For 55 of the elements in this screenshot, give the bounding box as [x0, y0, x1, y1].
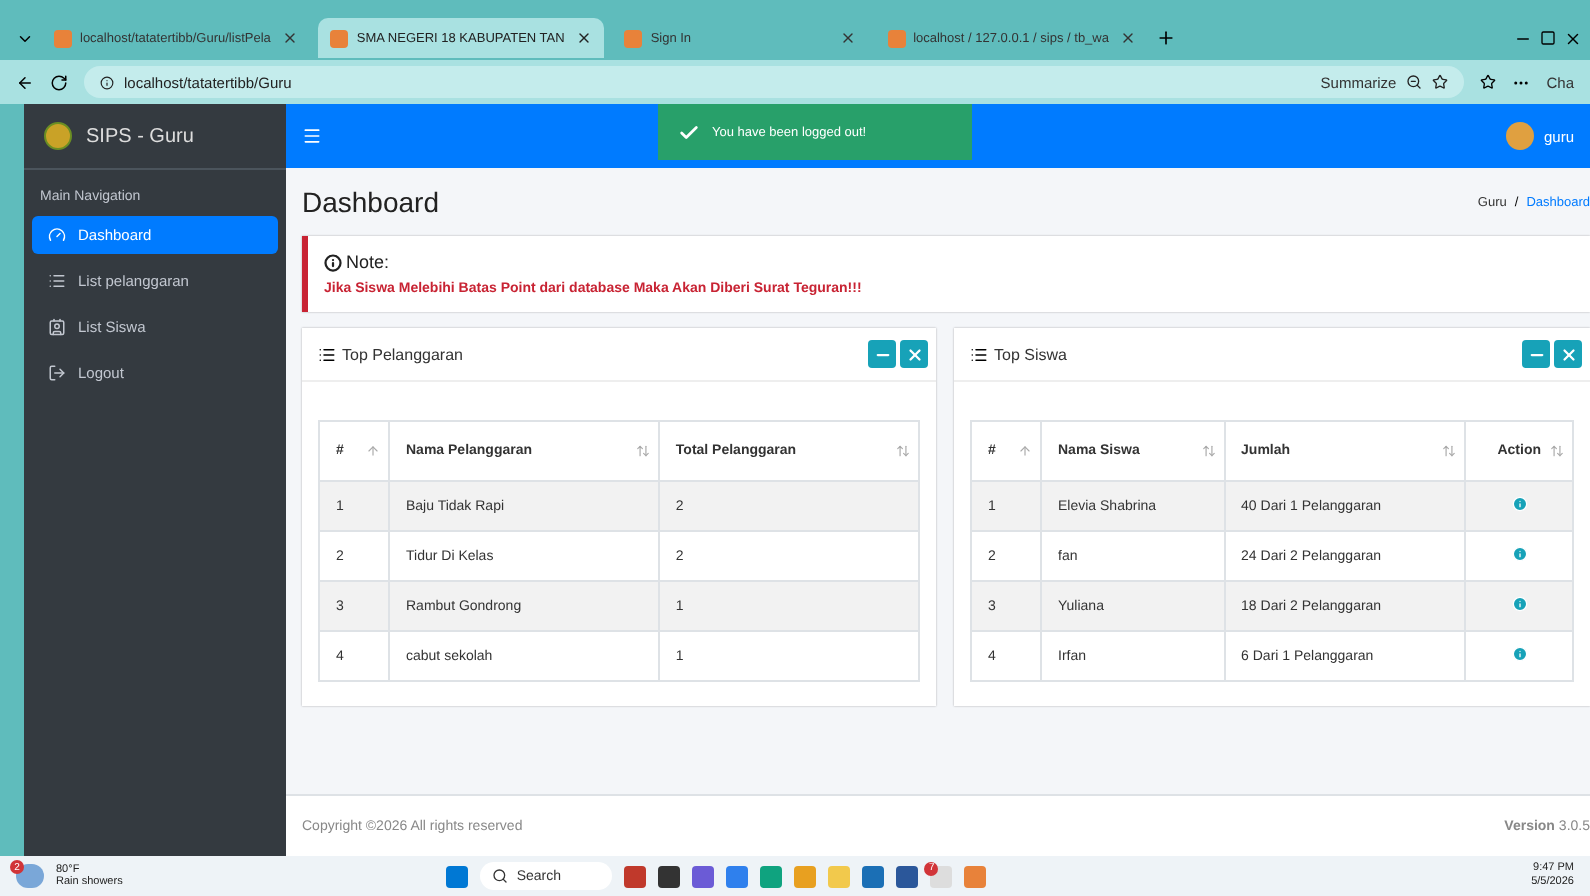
- page-title: Dashboard: [302, 186, 439, 218]
- collapse-button[interactable]: [1522, 340, 1550, 368]
- dashboard-icon: [48, 226, 66, 244]
- list-icon: [970, 345, 988, 363]
- close-icon[interactable]: [1120, 30, 1137, 46]
- collapse-button[interactable]: [868, 340, 896, 368]
- close-icon[interactable]: [1564, 29, 1582, 47]
- remove-button[interactable]: [1554, 340, 1582, 368]
- sort-icon[interactable]: [896, 444, 910, 458]
- contact-card-icon: [48, 318, 66, 336]
- close-icon: [1559, 345, 1577, 363]
- card-title: Top Siswa: [994, 345, 1067, 363]
- info-icon: [100, 75, 114, 89]
- avatar-icon: [1505, 122, 1534, 150]
- search-icon: [492, 868, 509, 884]
- back-icon[interactable]: [16, 73, 34, 91]
- taskbar-app-icon[interactable]: [896, 865, 919, 887]
- favicon-icon: [330, 29, 349, 47]
- favorite-icon[interactable]: [1432, 74, 1449, 90]
- menu-icon[interactable]: [302, 126, 322, 146]
- note-title: Note:: [346, 252, 390, 272]
- remove-button[interactable]: [900, 340, 928, 368]
- zoom-icon[interactable]: [1406, 74, 1423, 90]
- logo-icon: [44, 122, 72, 150]
- reload-icon[interactable]: [50, 73, 68, 91]
- list-icon: [48, 272, 66, 290]
- close-icon[interactable]: [839, 30, 856, 46]
- sort-icon[interactable]: [1442, 444, 1457, 458]
- restore-icon[interactable]: [1540, 30, 1556, 46]
- sort-icon[interactable]: [1201, 444, 1216, 458]
- sort-icon[interactable]: [1018, 444, 1032, 458]
- favicon-icon: [624, 29, 643, 47]
- sort-icon[interactable]: [1550, 444, 1564, 458]
- favicon-icon: [887, 29, 906, 47]
- taskbar-app-icon[interactable]: [658, 865, 681, 887]
- card-title: Top Pelanggaran: [342, 345, 463, 363]
- close-icon[interactable]: [282, 30, 299, 46]
- close-icon[interactable]: [576, 30, 593, 46]
- info-icon[interactable]: [1511, 596, 1528, 612]
- sort-icon[interactable]: [366, 444, 380, 458]
- close-icon: [905, 345, 923, 363]
- info-icon[interactable]: [1511, 646, 1528, 662]
- favicon-icon: [54, 29, 72, 47]
- start-icon[interactable]: [446, 865, 469, 887]
- check-icon: [678, 121, 700, 143]
- info-icon: [324, 253, 342, 271]
- sort-icon[interactable]: [635, 444, 650, 458]
- new-tab-icon[interactable]: [1156, 28, 1177, 48]
- info-icon[interactable]: [1511, 546, 1528, 562]
- taskbar-app-icon[interactable]: [624, 865, 647, 887]
- logout-icon: [48, 364, 66, 382]
- info-icon[interactable]: [1511, 496, 1528, 512]
- favorites-icon[interactable]: [1480, 74, 1497, 90]
- list-icon: [318, 345, 336, 363]
- brand-name: SIPS - Guru: [86, 125, 194, 147]
